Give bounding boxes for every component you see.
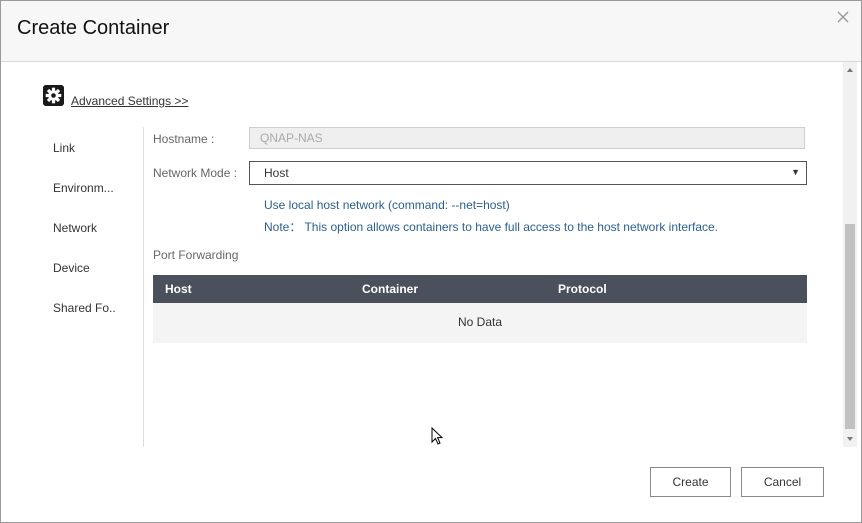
sidebar-item-shared-folders[interactable]: Shared Fo.. xyxy=(53,301,123,315)
hostname-label: Hostname : xyxy=(153,132,215,146)
port-table-header: Host Container Protocol xyxy=(153,275,807,303)
column-header-container[interactable]: Container xyxy=(362,282,418,296)
create-container-dialog: Create Container Advanced Settings >> Li… xyxy=(0,0,862,523)
dialog-header: Create Container xyxy=(1,1,861,62)
sidebar-divider xyxy=(143,127,144,447)
network-mode-note: Note： This option allows containers to h… xyxy=(264,220,719,234)
vertical-scrollbar[interactable] xyxy=(843,62,857,447)
scroll-up-arrow-icon[interactable] xyxy=(846,66,854,74)
sidebar-item-environment[interactable]: Environm... xyxy=(53,181,123,195)
gear-icon[interactable] xyxy=(43,85,64,106)
sidebar-item-network[interactable]: Network xyxy=(53,221,123,235)
cancel-button[interactable]: Cancel xyxy=(741,467,824,497)
create-button[interactable]: Create xyxy=(650,467,731,497)
port-table-body: No Data xyxy=(153,303,807,343)
sidebar-item-link[interactable]: Link xyxy=(53,141,123,155)
network-mode-select[interactable]: Host ▼ xyxy=(249,161,807,185)
port-forwarding-label: Port Forwarding xyxy=(153,248,239,262)
advanced-settings-link[interactable]: Advanced Settings >> xyxy=(71,94,188,108)
scrollbar-thumb[interactable] xyxy=(845,224,855,429)
network-mode-value: Host xyxy=(264,166,289,180)
network-mode-description: Use local host network (command: --net=h… xyxy=(264,198,510,212)
dialog-title: Create Container xyxy=(17,17,170,39)
empty-table-message: No Data xyxy=(457,315,503,329)
sidebar-item-device[interactable]: Device xyxy=(53,261,123,275)
column-header-protocol[interactable]: Protocol xyxy=(558,282,607,296)
column-header-host[interactable]: Host xyxy=(165,282,192,296)
settings-sidebar: Link Environm... Network Device Shared F… xyxy=(43,127,143,447)
dropdown-arrow-icon: ▼ xyxy=(791,167,800,177)
mouse-cursor-icon xyxy=(431,427,444,445)
scroll-down-arrow-icon[interactable] xyxy=(846,435,854,443)
network-mode-label: Network Mode : xyxy=(153,166,238,180)
close-icon[interactable] xyxy=(835,9,851,25)
hostname-field: QNAP-NAS xyxy=(249,127,805,149)
